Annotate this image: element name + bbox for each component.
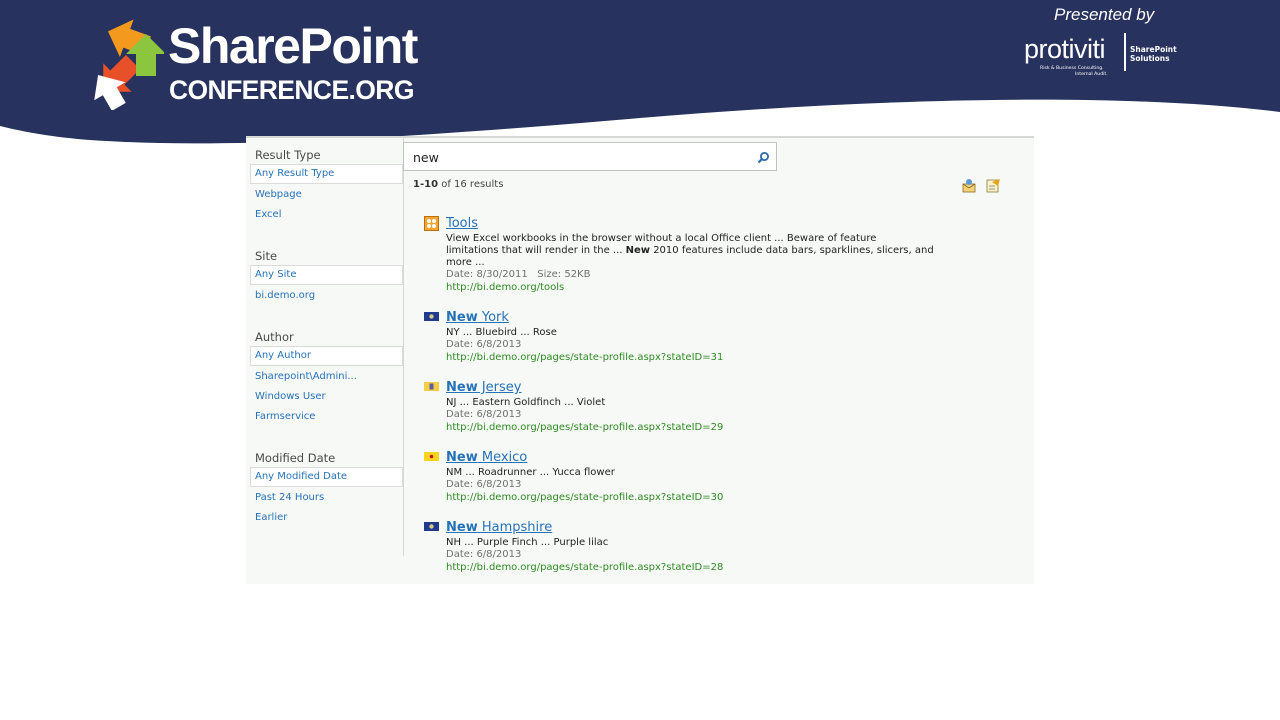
rss-feed-icon[interactable]	[986, 178, 1001, 193]
result-summary: NM ... Roadrunner ... Yucca flower	[446, 467, 615, 478]
new-mexico-flag-icon	[424, 452, 439, 461]
search-input[interactable]: new	[403, 142, 777, 171]
new-york-flag-icon	[424, 312, 439, 321]
new-hampshire-flag-icon	[424, 522, 439, 531]
refinement-panel-border	[403, 138, 404, 556]
sharepoint-conference-logo-icon	[94, 19, 164, 110]
alert-me-icon[interactable]	[962, 178, 977, 193]
result-title-link[interactable]: New Hampshire	[446, 520, 552, 535]
new-jersey-flag-icon	[424, 382, 439, 391]
result-url[interactable]: http://bi.demo.org/pages/state-profile.a…	[446, 422, 723, 434]
refiner-item-any-author[interactable]: Any Author	[255, 350, 311, 361]
result-metadata: Date: 6/8/2013	[446, 409, 522, 420]
refiner-item-sharepoint-admin[interactable]: Sharepoint\Admini...	[255, 371, 357, 382]
presented-by-label: Presented by	[1054, 5, 1155, 24]
refiner-heading: Site	[255, 249, 278, 263]
sponsor-tagline-2: Internal Audit.	[1075, 72, 1108, 77]
brand-title: SharePoint	[168, 18, 418, 74]
result-metadata: Date: 6/8/2013	[446, 549, 522, 560]
conference-banner: SharePoint CONFERENCE.ORG Presented by p…	[0, 0, 1280, 150]
refiner-item-farmservice[interactable]: Farmservice	[255, 411, 315, 422]
result-title-link[interactable]: New York	[446, 310, 509, 325]
refiner-item-any-site[interactable]: Any Site	[255, 269, 296, 280]
excel-workbook-icon	[424, 216, 439, 231]
refiner-heading: Result Type	[255, 148, 321, 162]
brand-subtitle: CONFERENCE.ORG	[169, 75, 414, 105]
sponsor-name: protiviti	[1024, 34, 1106, 64]
refiner-item-bi-demo-org[interactable]: bi.demo.org	[255, 290, 315, 301]
refiner-item-any-result-type[interactable]: Any Result Type	[255, 168, 334, 179]
result-summary: NY ... Bluebird ... Rose	[446, 327, 557, 338]
result-url[interactable]: http://bi.demo.org/pages/state-profile.a…	[446, 352, 723, 364]
refiner-item-windows-user[interactable]: Windows User	[255, 391, 326, 402]
refiner-item-earlier[interactable]: Earlier	[255, 512, 287, 523]
search-results-screenshot: Result Type Any Result Type Webpage Exce…	[246, 136, 1034, 584]
sponsor-logo: protiviti Risk & Business Consulting. In…	[1024, 30, 1184, 82]
result-url[interactable]: http://bi.demo.org/pages/state-profile.a…	[446, 562, 723, 574]
result-metadata: Date: 8/30/2011 Size: 52KB	[446, 269, 591, 280]
result-title-link[interactable]: New Mexico	[446, 450, 527, 465]
result-summary: NJ ... Eastern Goldfinch ... Violet	[446, 397, 606, 408]
refiner-item-past-24-hours[interactable]: Past 24 Hours	[255, 492, 324, 503]
result-summary: limitations that will render in the ... …	[446, 245, 934, 256]
result-title-link[interactable]: New Jersey	[446, 380, 522, 395]
result-url[interactable]: http://bi.demo.org/tools	[446, 282, 564, 294]
refiner-item-any-modified-date[interactable]: Any Modified Date	[255, 471, 347, 482]
sponsor-divider	[1124, 33, 1126, 71]
result-metadata: Date: 6/8/2013	[446, 479, 522, 490]
result-count: 1-10 of 16 results	[413, 179, 504, 190]
refiner-item-webpage[interactable]: Webpage	[255, 189, 302, 200]
refiner-heading: Author	[255, 330, 294, 344]
search-query: new	[413, 150, 439, 165]
result-title-link[interactable]: Tools	[446, 216, 478, 231]
magnifier-icon[interactable]	[757, 151, 770, 164]
result-summary: NH ... Purple Finch ... Purple lilac	[446, 537, 609, 548]
sponsor-unit: SharePoint Solutions	[1130, 45, 1177, 63]
refiner-item-excel[interactable]: Excel	[255, 209, 282, 220]
result-url[interactable]: http://bi.demo.org/pages/state-profile.a…	[446, 492, 723, 504]
result-metadata: Date: 6/8/2013	[446, 339, 522, 350]
result-summary: more ...	[446, 257, 485, 268]
result-summary: View Excel workbooks in the browser with…	[446, 233, 877, 244]
refiner-heading: Modified Date	[255, 451, 336, 465]
